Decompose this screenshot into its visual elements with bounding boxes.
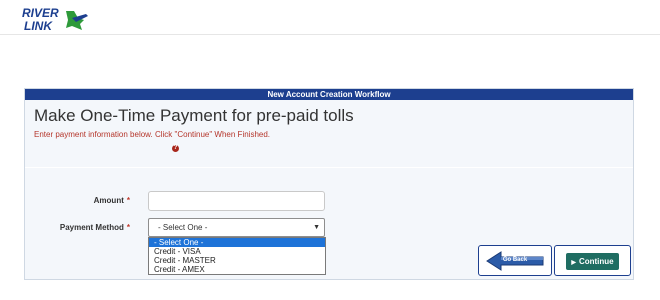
amount-label: Amount * — [60, 196, 130, 205]
continue-button-frame: ▶ Continue — [554, 245, 631, 276]
instructions-text: Enter payment information below. Click "… — [34, 130, 271, 139]
svg-text:RIVER: RIVER — [22, 6, 59, 20]
divider — [25, 167, 633, 168]
chevron-right-icon: ▶ — [571, 260, 576, 266]
workflow-header: New Account Creation Workflow — [25, 89, 633, 100]
page-title: Make One-Time Payment for pre-paid tolls — [34, 106, 354, 125]
dropdown-option[interactable]: - Select One - — [149, 238, 325, 247]
go-back-label: Go Back — [502, 257, 528, 263]
payment-method-label-text: Payment Method — [59, 223, 124, 232]
riverlink-logo-graphic: RIVER LINK — [22, 6, 88, 32]
required-marker: * — [126, 223, 130, 232]
continue-button[interactable]: ▶ Continue — [566, 253, 619, 270]
payment-method-select[interactable]: - Select One - ▼ — [148, 218, 325, 237]
svg-text:LINK: LINK — [24, 19, 53, 32]
payment-method-selected-value: - Select One - — [158, 223, 208, 232]
go-back-button[interactable]: Go Back — [478, 245, 552, 276]
page: RIVER LINK New Account Creation Workflow… — [0, 0, 660, 300]
dropdown-option[interactable]: Credit - VISA — [149, 247, 325, 256]
dropdown-option[interactable]: Credit - AMEX — [149, 265, 325, 274]
chevron-down-icon: ▼ — [313, 224, 320, 231]
amount-input[interactable] — [148, 191, 325, 211]
dropdown-option[interactable]: Credit - MASTER — [149, 256, 325, 265]
error-icon: ? — [172, 145, 179, 152]
top-header: RIVER LINK — [0, 0, 660, 35]
required-marker: * — [126, 196, 130, 205]
continue-label: Continue — [578, 257, 614, 266]
payment-method-label: Payment Method * — [30, 223, 130, 232]
riverlink-logo[interactable]: RIVER LINK — [22, 6, 92, 32]
payment-method-dropdown: - Select One - Credit - VISA Credit - MA… — [148, 237, 326, 275]
amount-label-text: Amount — [93, 196, 124, 205]
